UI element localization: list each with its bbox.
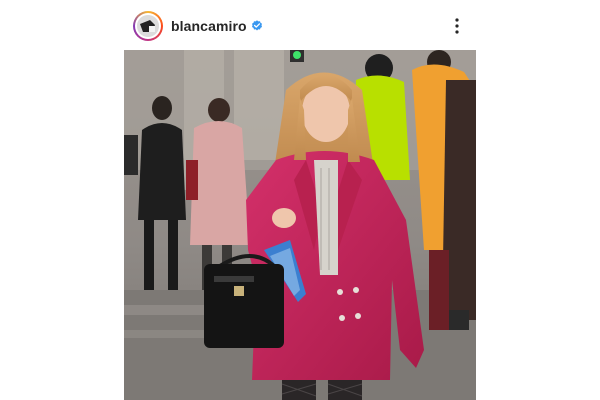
username-row: blancamiro bbox=[171, 17, 263, 35]
verified-badge-icon bbox=[251, 20, 262, 31]
avatar-photo bbox=[137, 15, 159, 37]
post-header: blancamiro bbox=[124, 0, 476, 50]
street-style-photo bbox=[124, 50, 476, 400]
instagram-post: blancamiro bbox=[124, 0, 476, 400]
post-photo[interactable] bbox=[124, 50, 476, 400]
more-options-icon bbox=[455, 18, 459, 34]
username-link[interactable]: blancamiro bbox=[171, 18, 247, 34]
more-options-button[interactable] bbox=[446, 15, 468, 37]
profile-avatar[interactable] bbox=[133, 11, 163, 41]
